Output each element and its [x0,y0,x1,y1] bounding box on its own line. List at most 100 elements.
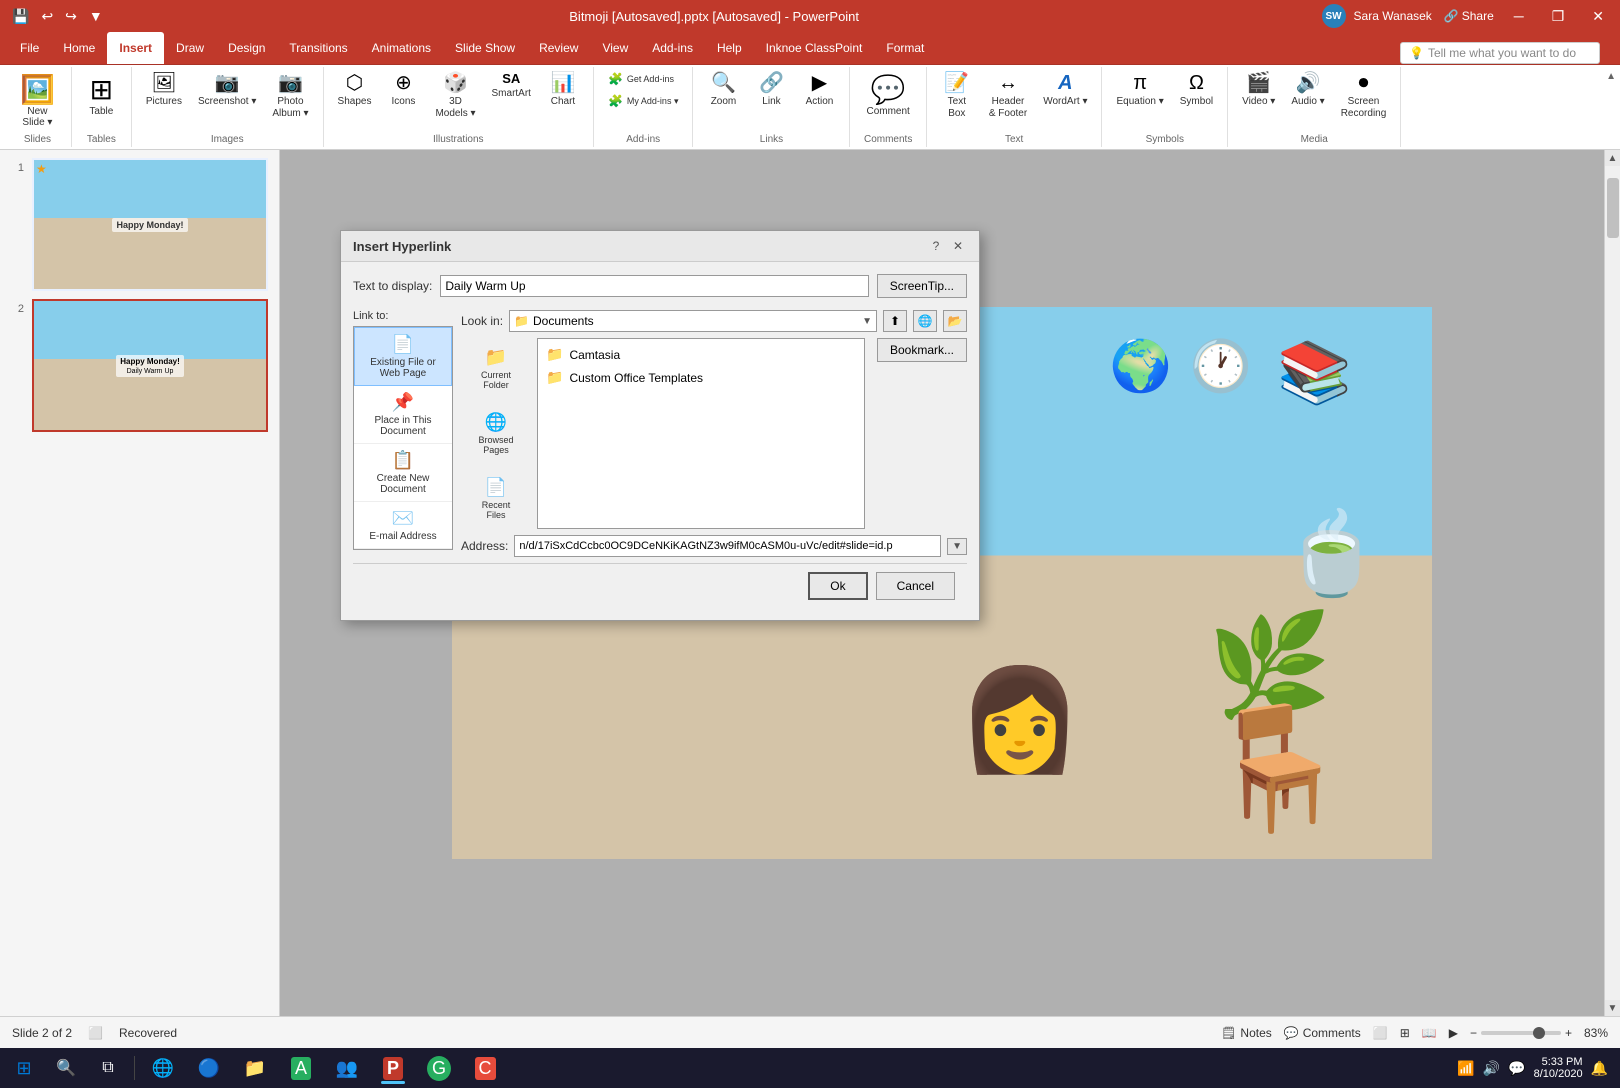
zoom-out-button[interactable]: − [1470,1026,1477,1040]
view-reading-icon[interactable]: 📖 [1422,1026,1437,1040]
taskbar-edge[interactable]: 🌐 [141,1050,185,1086]
view-slideshow-icon[interactable]: ▶ [1449,1026,1458,1040]
slide-image-2[interactable]: Happy Monday!Daily Warm Up [32,299,268,432]
file-item-camtasia[interactable]: 📁 Camtasia [542,343,860,366]
zoom-percentage[interactable]: 83% [1584,1026,1608,1040]
volume-icon[interactable]: 🔊 [1483,1060,1500,1077]
browsed-pages-button[interactable]: 🌐 BrowsedPages [461,403,531,464]
tab-slideshow[interactable]: Slide Show [443,32,527,64]
action-center-icon[interactable]: 🔔 [1591,1060,1608,1077]
screenshot-button[interactable]: 📷 Screenshot ▾ [192,69,262,110]
ok-button[interactable]: Ok [808,572,867,600]
smartart-button[interactable]: SA SmartArt [486,69,537,102]
user-avatar[interactable]: SW [1322,4,1346,28]
zoom-in-button[interactable]: + [1565,1026,1572,1040]
equation-button[interactable]: π Equation ▾ [1110,69,1169,110]
tab-insert[interactable]: Insert [107,32,164,64]
vertical-scrollbar[interactable]: ▲ ▼ [1604,150,1620,1016]
undo-button[interactable]: ↩ [37,6,57,27]
start-button[interactable]: ⊞ [4,1050,44,1086]
view-normal-icon[interactable]: ⬜ [1373,1026,1388,1040]
zoom-button[interactable]: 🔍 Zoom [701,69,745,110]
tab-addins[interactable]: Add-ins [640,32,705,64]
header-footer-button[interactable]: ↔ Header& Footer [983,69,1033,122]
redo-button[interactable]: ↪ [61,6,81,27]
ribbon-collapse-button[interactable]: ▲ [1606,67,1616,147]
slide-thumbnail-2[interactable]: 2 Happy Monday!Daily Warm Up [8,299,271,432]
current-folder-button[interactable]: 📁 CurrentFolder [461,338,531,399]
shapes-button[interactable]: ⬡ Shapes [332,69,378,110]
screen-recording-button[interactable]: ⏺ ScreenRecording [1335,69,1393,122]
task-view-button[interactable]: ⧉ [88,1050,128,1086]
tab-transitions[interactable]: Transitions [277,32,359,64]
recent-files-button[interactable]: 📄 RecentFiles [461,468,531,529]
symbol-button[interactable]: Ω Symbol [1174,69,1219,110]
nav-up-button[interactable]: ⬆ [883,310,907,332]
my-addins-button[interactable]: 🧩 My Add-ins ▾ [602,91,685,111]
scroll-track[interactable] [1605,166,1620,1000]
address-input[interactable] [514,535,941,557]
share-button[interactable]: 🔗 Share [1444,9,1494,23]
get-addins-button[interactable]: 🧩 Get Add-ins [602,69,680,89]
screentip-button[interactable]: ScreenTip... [877,274,967,298]
photo-album-button[interactable]: 📷 PhotoAlbum ▾ [266,69,314,122]
search-button[interactable]: 🔍 [46,1050,86,1086]
3d-models-button[interactable]: 🎲 3DModels ▾ [429,69,481,122]
link-to-existing-file[interactable]: 📄 Existing File orWeb Page [354,327,452,386]
slide-thumbnail-1[interactable]: 1 ★ Happy Monday! [8,158,271,291]
scroll-down-button[interactable]: ▼ [1605,1000,1620,1016]
pictures-button[interactable]: 🖼 Pictures [140,69,188,110]
action-button[interactable]: ▶ Action [797,69,841,110]
nav-web-search-button[interactable]: 🌐 [913,310,937,332]
taskbar-file-explorer[interactable]: 📁 [233,1050,277,1086]
dialog-help-button[interactable]: ? [927,237,945,255]
tab-review[interactable]: Review [527,32,590,64]
address-dropdown-button[interactable]: ▼ [947,538,967,555]
cancel-button[interactable]: Cancel [876,572,955,600]
nav-folder-button[interactable]: 📂 [943,310,967,332]
slide-image-1[interactable]: ★ Happy Monday! [32,158,268,291]
comment-button[interactable]: 💬 Comment [858,69,917,121]
minimize-button[interactable]: ─ [1506,4,1532,28]
bookmark-button[interactable]: Bookmark... [877,338,967,362]
tab-file[interactable]: File [8,32,51,64]
link-to-new-doc[interactable]: 📋 Create NewDocument [354,444,452,502]
notification-icon[interactable]: 💬 [1508,1060,1525,1077]
icons-button[interactable]: ⊕ Icons [381,69,425,110]
taskbar-app-green[interactable]: G [417,1050,461,1086]
tab-view[interactable]: View [590,32,640,64]
text-to-display-input[interactable] [440,275,868,297]
zoom-control[interactable]: − + [1470,1026,1572,1040]
video-button[interactable]: 🎬 Video ▾ [1236,69,1281,110]
restore-button[interactable]: ❐ [1544,4,1573,29]
tab-draw[interactable]: Draw [164,32,216,64]
network-icon[interactable]: 📶 [1457,1060,1474,1077]
scroll-up-button[interactable]: ▲ [1605,150,1620,166]
zoom-slider-thumb[interactable] [1533,1027,1545,1039]
zoom-slider[interactable] [1481,1031,1561,1035]
tab-inknoe[interactable]: Inknoe ClassPoint [754,32,875,64]
taskbar-powerpoint[interactable]: P [371,1050,415,1086]
tell-me-input[interactable]: 💡 Tell me what you want to do [1400,42,1600,64]
tab-help[interactable]: Help [705,32,754,64]
taskbar-app-red[interactable]: C [463,1050,507,1086]
comments-button[interactable]: 💬 Comments [1284,1026,1361,1040]
look-in-combo[interactable]: 📁 Documents ▼ [509,310,877,332]
new-slide-button[interactable]: 🖼️ NewSlide ▾ [12,69,63,132]
taskbar-acronis[interactable]: A [279,1050,323,1086]
view-grid-icon[interactable]: ⊞ [1400,1026,1410,1040]
table-button[interactable]: ⊞ Table [81,69,121,121]
dialog-title-bar[interactable]: Insert Hyperlink ? ✕ [341,231,979,262]
clock-area[interactable]: 5:33 PM 8/10/2020 [1534,1056,1583,1080]
link-to-place-in-doc[interactable]: 📌 Place in ThisDocument [354,386,452,444]
tab-format[interactable]: Format [874,32,936,64]
wordart-button[interactable]: A WordArt ▾ [1037,69,1093,110]
close-button[interactable]: ✕ [1584,4,1612,29]
taskbar-chrome[interactable]: 🔵 [187,1050,231,1086]
customize-quick-access-button[interactable]: ▼ [85,6,107,26]
taskbar-teams[interactable]: 👥 [325,1050,369,1086]
tab-animations[interactable]: Animations [360,32,443,64]
chart-button[interactable]: 📊 Chart [541,69,585,110]
textbox-button[interactable]: 📝 TextBox [935,69,979,122]
notes-button[interactable]: 🗒 Notes [1221,1026,1272,1040]
